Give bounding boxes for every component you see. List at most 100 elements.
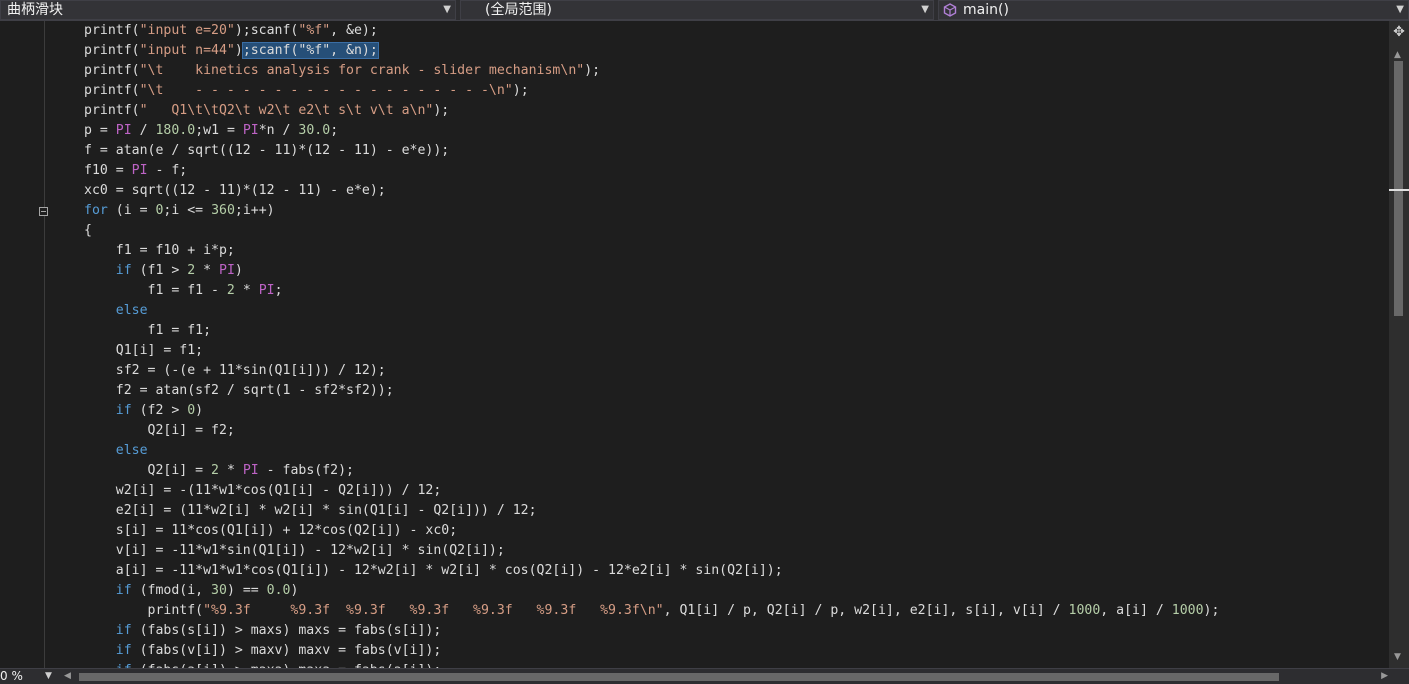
code-token: f = atan(e / sqrt((12 - 11)*(12 - 11) - … <box>84 143 450 158</box>
outline-guide <box>44 21 45 668</box>
code-line[interactable]: e2[i] = (11*w2[i] * w2[i] * sin(Q1[i] - … <box>84 501 1219 521</box>
member-dropdown-label: main() <box>963 2 1009 18</box>
chevron-down-icon: ▼ <box>1396 4 1404 15</box>
code-line[interactable]: else <box>84 301 1219 321</box>
code-token: 2 <box>187 263 196 278</box>
code-token: ) <box>234 43 243 58</box>
code-token: 0.0 <box>266 583 291 598</box>
code-token: printf( <box>84 63 140 78</box>
code-editor[interactable]: printf("input e=20");scanf("%f", &e); pri… <box>0 21 1389 668</box>
horizontal-scroll-thumb[interactable] <box>79 673 1279 681</box>
code-token: ) <box>195 403 204 418</box>
code-line[interactable]: printf("input n=44");scanf("%f", &n); <box>84 41 1219 61</box>
code-line[interactable]: printf("%9.3f %9.3f %9.3f %9.3f %9.3f %9… <box>84 601 1220 621</box>
code-line[interactable]: f1 = f1 - 2 * PI; <box>84 281 1219 301</box>
code-line[interactable]: printf("\t kinetics analysis for crank -… <box>84 61 1219 81</box>
code-token: f2 = atan(sf2 / sqrt(1 - sf2*sf2)); <box>84 383 394 398</box>
code-line[interactable]: printf("input e=20");scanf("%f", &e); <box>84 21 1219 41</box>
code-line[interactable]: printf("\t - - - - - - - - - - - - - - -… <box>84 81 1219 101</box>
scope-dropdown[interactable]: (全局范围) ▼ <box>460 0 934 20</box>
code-line[interactable]: s[i] = 11*cos(Q1[i]) + 12*cos(Q2[i]) - x… <box>84 521 1219 541</box>
code-line[interactable]: if (f2 > 0) <box>84 401 1219 421</box>
method-cube-icon <box>943 3 957 17</box>
code-token: 180.0 <box>155 123 196 138</box>
scroll-right-icon[interactable]: ▶ <box>1381 669 1388 684</box>
code-line[interactable]: { <box>84 221 1219 241</box>
code-line[interactable]: Q1[i] = f1; <box>84 341 1219 361</box>
scroll-down-icon[interactable]: ▼ <box>1394 653 1404 662</box>
code-token: ;i++) <box>234 203 275 218</box>
code-token: s[i] = 11*cos(Q1[i]) + 12*cos(Q2[i]) - x… <box>84 523 458 538</box>
code-token: , a[i] / <box>1100 603 1172 618</box>
code-line[interactable]: if (fabs(s[i]) > maxs) maxs = fabs(s[i])… <box>84 621 1219 641</box>
code-line[interactable]: Q2[i] = 2 * PI - fabs(f2); <box>84 461 1219 481</box>
code-line[interactable]: sf2 = (-(e + 11*sin(Q1[i])) / 12); <box>84 361 1219 381</box>
code-token: ; <box>274 283 283 298</box>
code-token: printf( <box>84 43 140 58</box>
code-token: 30 <box>211 583 227 598</box>
code-token: (fmod(i, <box>131 583 212 598</box>
code-token: f1 = f10 + i*p; <box>84 243 235 258</box>
chevron-down-icon: ▼ <box>443 4 451 15</box>
code-token: v[i] = -11*w1*sin(Q1[i]) - 12*w2[i] * si… <box>84 543 505 558</box>
code-line[interactable]: if (f1 > 2 * PI) <box>84 261 1219 281</box>
code-token: (f1 > <box>131 263 188 278</box>
code-token: PI <box>242 463 259 478</box>
horizontal-scrollbar[interactable]: ◀ ▶ <box>62 669 1390 684</box>
code-token: 2 <box>226 283 235 298</box>
chevron-down-icon: ▼ <box>45 671 52 681</box>
code-token: * <box>234 283 259 298</box>
code-token: PI <box>115 123 132 138</box>
code-line[interactable]: Q2[i] = f2; <box>84 421 1219 441</box>
code-token: 30.0 <box>298 123 331 138</box>
code-token: printf( <box>84 103 140 118</box>
code-line[interactable]: f1 = f1; <box>84 321 1219 341</box>
code-token: , Q1[i] / p, Q2[i] / p, w2[i], e2[i], s[… <box>663 603 1069 618</box>
code-token: "input e=20" <box>139 23 235 38</box>
code-token: a[i] = -11*w1*w1*cos(Q1[i]) - 12*w2[i] *… <box>84 563 783 578</box>
code-token: PI <box>258 283 275 298</box>
code-token: else <box>84 303 148 318</box>
code-token: "\t kinetics analysis for crank - slider… <box>139 63 585 78</box>
code-line[interactable]: if (fmod(i, 30) == 0.0) <box>84 581 1219 601</box>
code-line[interactable]: v[i] = -11*w1*sin(Q1[i]) - 12*w2[i] * si… <box>84 541 1219 561</box>
code-token: Q1[i] = f1; <box>84 343 204 358</box>
scroll-up-icon[interactable]: ▲ <box>1394 51 1404 60</box>
code-text[interactable]: printf("input e=20");scanf("%f", &e); pri… <box>84 21 1219 668</box>
zoom-dropdown[interactable]: 0 % ▼ <box>0 669 58 684</box>
code-token: ) <box>290 583 299 598</box>
editor-bottom-bar: 0 % ▼ ◀ ▶ <box>0 668 1409 684</box>
code-token: "%9.3f %9.3f %9.3f %9.3f %9.3f %9.3f %9.… <box>203 603 664 618</box>
split-window-icon[interactable]: ✥ <box>1392 23 1406 41</box>
code-token: (i = <box>107 203 156 218</box>
code-token: " Q1\t\tQ2\t w2\t e2\t s\t v\t a\n" <box>139 103 434 118</box>
code-line[interactable]: printf(" Q1\t\tQ2\t w2\t e2\t s\t v\t a\… <box>84 101 1219 121</box>
code-line[interactable]: p = PI / 180.0;w1 = PI*n / 30.0; <box>84 121 1219 141</box>
code-token: PI <box>242 123 259 138</box>
code-line[interactable]: if (fabs(v[i]) > maxv) maxv = fabs(v[i])… <box>84 641 1219 661</box>
code-token: 2 <box>211 463 219 478</box>
code-token: if <box>84 583 132 598</box>
code-line[interactable]: else <box>84 441 1219 461</box>
code-line[interactable]: f10 = PI - f; <box>84 161 1219 181</box>
vertical-scrollbar[interactable]: ✥ ▲ ▼ <box>1389 21 1409 668</box>
code-token: - f; <box>147 163 188 178</box>
code-line[interactable]: f = atan(e / sqrt((12 - 11)*(12 - 11) - … <box>84 141 1219 161</box>
member-dropdown[interactable]: main() ▼ <box>938 0 1409 20</box>
code-token: sf2 = (-(e + 11*sin(Q1[i])) / 12); <box>84 363 386 378</box>
code-line[interactable]: xc0 = sqrt((12 - 11)*(12 - 11) - e*e); <box>84 181 1219 201</box>
project-dropdown[interactable]: 曲柄滑块 ▼ <box>0 0 456 20</box>
collapse-icon[interactable] <box>39 207 48 216</box>
code-line[interactable]: w2[i] = -(11*w1*cos(Q1[i] - Q2[i])) / 12… <box>84 481 1219 501</box>
code-token: if <box>84 263 132 278</box>
code-line[interactable]: if (fabs(a[i]) > maxa) maxa = fabs(a[i])… <box>84 661 1219 668</box>
code-line[interactable]: f1 = f10 + i*p; <box>84 241 1219 261</box>
code-line[interactable]: a[i] = -11*w1*w1*cos(Q1[i]) - 12*w2[i] *… <box>84 561 1219 581</box>
code-token: else <box>84 443 148 458</box>
code-token: ;i <= <box>163 203 212 218</box>
code-token: ) <box>234 263 243 278</box>
code-line[interactable]: f2 = atan(sf2 / sqrt(1 - sf2*sf2)); <box>84 381 1219 401</box>
scroll-left-icon[interactable]: ◀ <box>64 669 71 684</box>
code-line[interactable]: for (i = 0;i <= 360;i++) <box>84 201 1219 221</box>
code-token: { <box>84 223 92 238</box>
